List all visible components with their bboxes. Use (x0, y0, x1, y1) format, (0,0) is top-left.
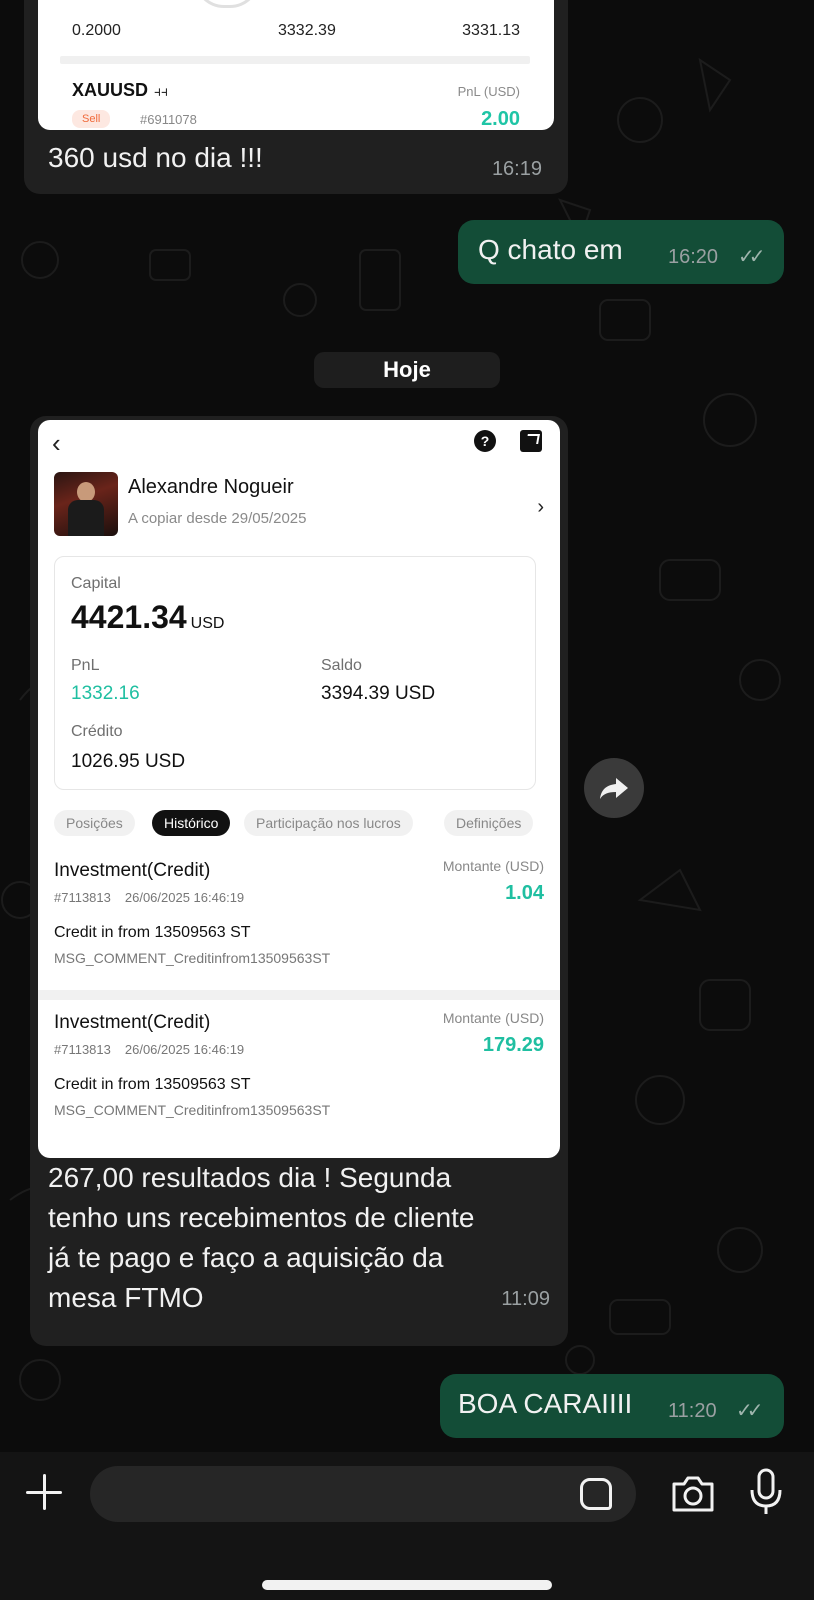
message-time: 16:20 (668, 246, 719, 268)
attach-plus-icon[interactable] (24, 1472, 64, 1512)
read-ticks-icon: ✓✓ (738, 246, 765, 268)
forward-button[interactable] (584, 758, 644, 818)
day-separator: Hoje (314, 352, 500, 388)
entry-meta: #7113813 26/06/2025 16:46:19 (54, 1042, 245, 1057)
tab-historico[interactable]: Histórico (152, 810, 231, 836)
message-input[interactable] (90, 1466, 636, 1522)
close-price: 3331.13 (462, 22, 520, 39)
tab-definicoes[interactable]: Definições (444, 810, 534, 836)
history-entry[interactable]: Investment(Credit) Montante (USD) 1.04 #… (38, 852, 560, 992)
ticket-id: #6911078 (140, 112, 197, 127)
help-icon[interactable]: ? (474, 430, 496, 452)
sticker-icon[interactable] (580, 1478, 612, 1510)
divider (60, 56, 530, 64)
camera-icon[interactable] (670, 1474, 716, 1514)
lot-size: 0.2000 (72, 22, 121, 39)
entry-comment: MSG_COMMENT_Creditinfrom13509563ST (54, 1102, 331, 1118)
message-bubble-outgoing[interactable]: Q chato em 16:20 ✓✓ (458, 220, 784, 284)
copy-trading-screenshot[interactable]: ‹ ? Alexandre Nogueir A copiar desde 29/… (38, 420, 560, 1158)
tab-bar: Posições Histórico Participação nos lucr… (54, 810, 554, 838)
open-price: 3332.39 (278, 22, 336, 39)
message-text: BOA CARAIIII (458, 1388, 633, 1419)
entry-title: Investment(Credit) (54, 860, 211, 881)
trade-card[interactable]: 0.2000 3332.39 3331.13 XAUUSD ⫞⫞ Sell #69… (38, 0, 554, 130)
symbol-label: XAUUSD ⫞⫞ (72, 80, 169, 100)
message-text: 360 usd no dia !!! (48, 142, 263, 173)
amount-value: 179.29 (482, 1034, 544, 1056)
capital-summary: Capital 4421.34 USD PnL 1332.16 Saldo 339… (54, 556, 536, 790)
side-badge: Sell (72, 110, 111, 128)
pnl-value: 1332.16 (71, 683, 140, 704)
pnl-label: PnL (USD) (457, 84, 520, 99)
trader-avatar (54, 472, 118, 536)
back-arrow-icon[interactable]: ‹ (52, 428, 61, 459)
amount-label: Montante (USD) (442, 858, 544, 874)
message-input-bar (0, 1452, 814, 1600)
divider (38, 990, 560, 1000)
entry-comment: MSG_COMMENT_Creditinfrom13509563ST (54, 950, 331, 966)
pnl-value: 2.00 (481, 108, 520, 130)
credito-value: 1026.95 USD (71, 751, 186, 772)
amount-label: Montante (USD) (442, 1010, 544, 1026)
chevron-right-icon[interactable]: › (537, 496, 544, 519)
message-bubble-incoming[interactable]: 0.2000 3332.39 3331.13 XAUUSD ⫞⫞ Sell #69… (24, 0, 568, 194)
entry-description: Credit in from 13509563 ST (54, 1076, 251, 1093)
saldo-label: Saldo (321, 657, 362, 674)
pnl-label: PnL (71, 657, 100, 674)
scroll-indicator (194, 0, 260, 8)
copy-since-label: A copiar desde 29/05/2025 (128, 510, 307, 527)
message-text: Q chato em (478, 234, 623, 265)
candlestick-icon: ⫞⫞ (154, 83, 169, 99)
capital-value: 4421.34 USD (71, 599, 225, 635)
credito-label: Crédito (71, 723, 123, 740)
home-indicator[interactable] (262, 1580, 552, 1590)
message-bubble-incoming[interactable]: ‹ ? Alexandre Nogueir A copiar desde 29/… (30, 416, 568, 1346)
capital-label: Capital (71, 575, 121, 592)
amount-value: 1.04 (505, 882, 544, 904)
forward-arrow-icon (600, 778, 628, 799)
message-bubble-outgoing[interactable]: BOA CARAIIII 11:20 ✓✓ (440, 1374, 784, 1438)
saldo-value: 3394.39 USD (321, 683, 436, 704)
message-time: 11:20 (668, 1400, 717, 1422)
trader-name: Alexandre Nogueir (128, 476, 294, 498)
entry-title: Investment(Credit) (54, 1012, 211, 1033)
tab-participacao[interactable]: Participação nos lucros (244, 810, 413, 836)
read-ticks-icon: ✓✓ (736, 1400, 763, 1422)
entry-meta: #7113813 26/06/2025 16:46:19 (54, 890, 245, 905)
share-icon[interactable] (520, 430, 542, 452)
message-time: 11:09 (501, 1288, 550, 1310)
entry-description: Credit in from 13509563 ST (54, 924, 251, 941)
tab-posicoes[interactable]: Posições (54, 810, 135, 836)
message-text: 267,00 resultados dia ! Segunda tenho un… (48, 1162, 475, 1313)
microphone-icon[interactable] (748, 1468, 784, 1518)
message-time: 16:19 (491, 158, 542, 180)
history-entry[interactable]: Investment(Credit) Montante (USD) 179.29… (38, 1004, 560, 1144)
